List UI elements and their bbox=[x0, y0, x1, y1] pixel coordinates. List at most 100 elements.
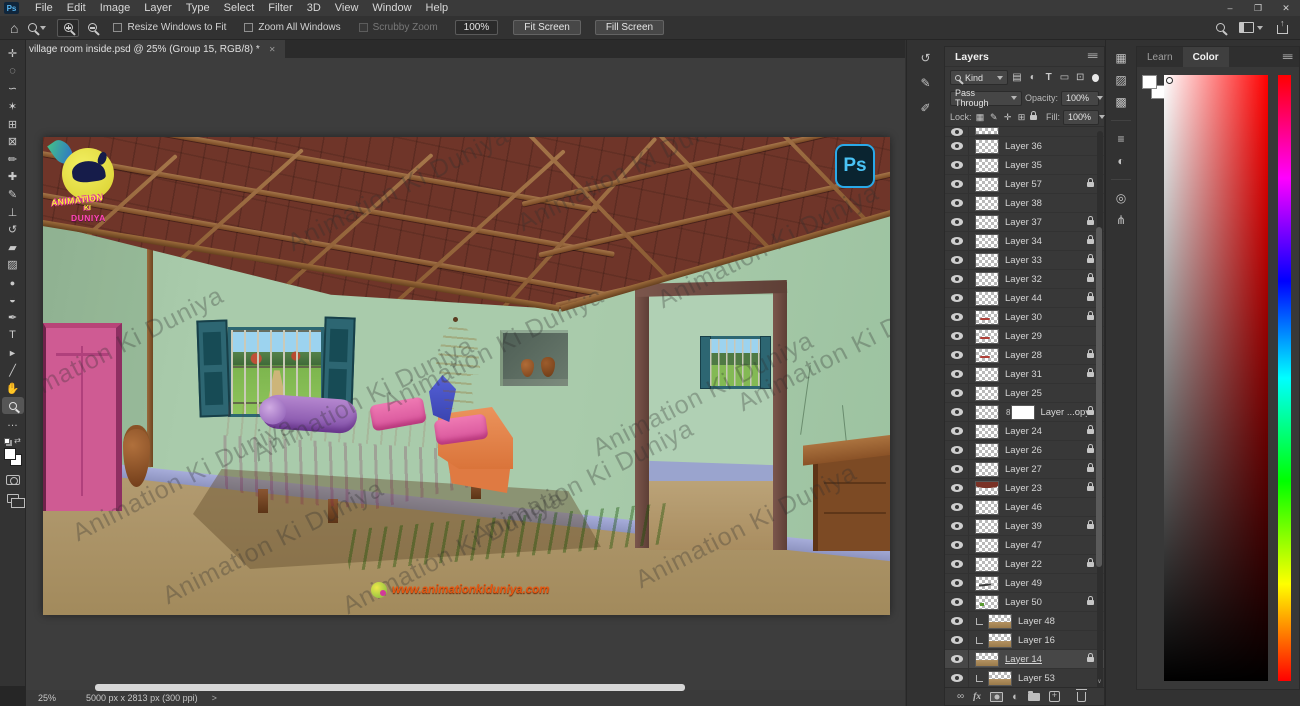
patterns-panel-icon[interactable]: ▩ bbox=[1115, 96, 1126, 108]
new-layer-icon[interactable] bbox=[1049, 691, 1060, 702]
minimize-button[interactable]: – bbox=[1216, 3, 1244, 13]
zoom-tool[interactable] bbox=[2, 397, 24, 415]
visibility-icon[interactable] bbox=[951, 313, 963, 321]
document-tab[interactable]: village room inside.psd @ 25% (Group 15,… bbox=[20, 40, 285, 58]
visibility-icon[interactable] bbox=[951, 598, 963, 606]
paths-panel-icon[interactable]: ⋔ bbox=[1116, 214, 1126, 226]
layer-thumbnail[interactable] bbox=[975, 424, 999, 439]
visibility-icon[interactable] bbox=[951, 389, 963, 397]
swap-colors-icon[interactable]: ⇄ bbox=[14, 436, 21, 445]
line-tool[interactable]: ╱ bbox=[2, 362, 24, 380]
zoom-tool-preset[interactable] bbox=[28, 23, 46, 32]
history-brush-tool[interactable]: ↺ bbox=[2, 221, 24, 239]
lock-position-icon[interactable]: ✛ bbox=[1002, 112, 1013, 123]
visibility-icon[interactable] bbox=[951, 655, 963, 663]
menu-type[interactable]: Type bbox=[179, 2, 217, 14]
horizontal-scrollbar[interactable] bbox=[95, 684, 685, 691]
tool-presets-panel-icon[interactable]: ✐ bbox=[920, 102, 930, 114]
menu-select[interactable]: Select bbox=[217, 2, 262, 14]
layer-thumbnail[interactable] bbox=[975, 367, 999, 382]
blend-mode-dropdown[interactable]: Pass Through bbox=[950, 91, 1022, 106]
layer-thumbnail[interactable] bbox=[975, 500, 999, 515]
layer-row[interactable]: Layer 37 bbox=[945, 213, 1104, 232]
menu-3d[interactable]: 3D bbox=[300, 2, 328, 14]
layer-row-masked[interactable]: 8Layer ...opy 4 bbox=[945, 403, 1104, 422]
visibility-icon[interactable] bbox=[951, 484, 963, 492]
toolbar-ellipsis[interactable]: … bbox=[2, 414, 24, 432]
layer-effects-icon[interactable]: fx bbox=[973, 692, 981, 702]
zoom-100-button[interactable]: 100% bbox=[455, 20, 499, 35]
hue-slider[interactable] bbox=[1278, 75, 1291, 681]
canvas[interactable]: Animation Ki DuniyaAnimation Ki Duniya A… bbox=[43, 137, 890, 615]
character-styles-panel-icon[interactable]: ≡ bbox=[1117, 133, 1124, 145]
swatches-panel-icon[interactable]: ▦ bbox=[1115, 52, 1126, 64]
foreground-color[interactable] bbox=[1142, 75, 1157, 89]
visibility-icon[interactable] bbox=[951, 294, 963, 302]
layer-thumbnail[interactable] bbox=[988, 633, 1012, 648]
layer-thumbnail[interactable] bbox=[975, 386, 999, 401]
visibility-icon[interactable] bbox=[951, 617, 963, 625]
filter-kind-dropdown[interactable]: Kind bbox=[950, 70, 1008, 85]
menu-layer[interactable]: Layer bbox=[137, 2, 179, 14]
menu-edit[interactable]: Edit bbox=[60, 2, 93, 14]
panel-menu-icon[interactable]: ≡≡ bbox=[1282, 52, 1292, 63]
visibility-icon[interactable] bbox=[951, 503, 963, 511]
layer-thumbnail[interactable] bbox=[975, 158, 999, 173]
move-tool[interactable]: ✛ bbox=[2, 45, 24, 63]
layer-row[interactable]: Layer 50 bbox=[945, 593, 1104, 612]
visibility-icon[interactable] bbox=[951, 180, 963, 188]
layer-row[interactable]: Layer 30 bbox=[945, 308, 1104, 327]
delete-layer-icon[interactable] bbox=[1077, 692, 1086, 702]
visibility-icon[interactable] bbox=[951, 674, 963, 682]
link-layers-icon[interactable]: ∞ bbox=[957, 691, 964, 702]
new-group-icon[interactable] bbox=[1028, 693, 1040, 701]
layer-row-clipped[interactable]: Layer 48 bbox=[945, 612, 1104, 631]
restore-button[interactable]: ❐ bbox=[1244, 3, 1272, 14]
menu-view[interactable]: View bbox=[328, 2, 366, 14]
fit-screen-button[interactable]: Fit Screen bbox=[513, 20, 581, 35]
color-swatches[interactable] bbox=[4, 448, 22, 466]
path-selection-tool[interactable]: ► bbox=[2, 344, 24, 362]
search-icon[interactable] bbox=[1216, 23, 1225, 32]
libraries-panel-icon[interactable]: ◎ bbox=[1116, 192, 1126, 204]
gradient-tool[interactable]: ▨ bbox=[2, 256, 24, 274]
layer-thumbnail[interactable] bbox=[975, 234, 999, 249]
layer-row[interactable]: Layer 26 bbox=[945, 441, 1104, 460]
layer-thumbnail[interactable] bbox=[975, 595, 999, 610]
default-colors-icon[interactable] bbox=[4, 438, 10, 444]
layer-row[interactable]: Layer 31 bbox=[945, 365, 1104, 384]
menu-file[interactable]: File bbox=[28, 2, 60, 14]
fill-screen-button[interactable]: Fill Screen bbox=[595, 20, 664, 35]
layer-row[interactable]: Layer 57 bbox=[945, 175, 1104, 194]
visibility-icon[interactable] bbox=[951, 427, 963, 435]
visibility-icon[interactable] bbox=[951, 465, 963, 473]
visibility-icon[interactable] bbox=[951, 351, 963, 359]
frame-tool[interactable]: ⊠ bbox=[2, 133, 24, 151]
clone-stamp-tool[interactable]: ⊥ bbox=[2, 203, 24, 221]
layer-thumbnail[interactable] bbox=[988, 614, 1012, 629]
layer-thumbnail[interactable] bbox=[975, 310, 999, 325]
home-icon[interactable]: ⌂ bbox=[10, 20, 18, 36]
visibility-icon[interactable] bbox=[951, 522, 963, 530]
layer-row[interactable]: Layer 35 bbox=[945, 156, 1104, 175]
tab-close-icon[interactable]: ✕ bbox=[269, 45, 276, 54]
filter-type-icon[interactable]: T bbox=[1042, 72, 1055, 83]
color-picker-cursor[interactable] bbox=[1166, 77, 1173, 84]
zoom-out-button[interactable] bbox=[81, 19, 103, 37]
dodge-tool[interactable]: ◒ bbox=[2, 291, 24, 309]
filter-shape-icon[interactable]: ▭ bbox=[1058, 72, 1071, 83]
menu-filter[interactable]: Filter bbox=[261, 2, 299, 14]
layer-row[interactable]: Layer 49 bbox=[945, 574, 1104, 593]
visibility-icon[interactable] bbox=[951, 370, 963, 378]
layer-thumbnail[interactable] bbox=[975, 481, 999, 496]
scrollbar-thumb[interactable] bbox=[1096, 227, 1102, 567]
layer-thumbnail[interactable] bbox=[988, 671, 1012, 686]
lock-pixels-icon[interactable]: ✎ bbox=[988, 112, 999, 123]
type-tool[interactable]: T bbox=[2, 327, 24, 345]
layer-row[interactable]: Layer 29 bbox=[945, 327, 1104, 346]
history-panel-icon[interactable]: ↺ bbox=[920, 52, 930, 64]
layer-row[interactable]: Layer 33 bbox=[945, 251, 1104, 270]
visibility-icon[interactable] bbox=[951, 142, 963, 150]
adjustments-panel-icon[interactable]: ◐ bbox=[1117, 155, 1124, 167]
layer-thumbnail[interactable] bbox=[975, 139, 999, 154]
